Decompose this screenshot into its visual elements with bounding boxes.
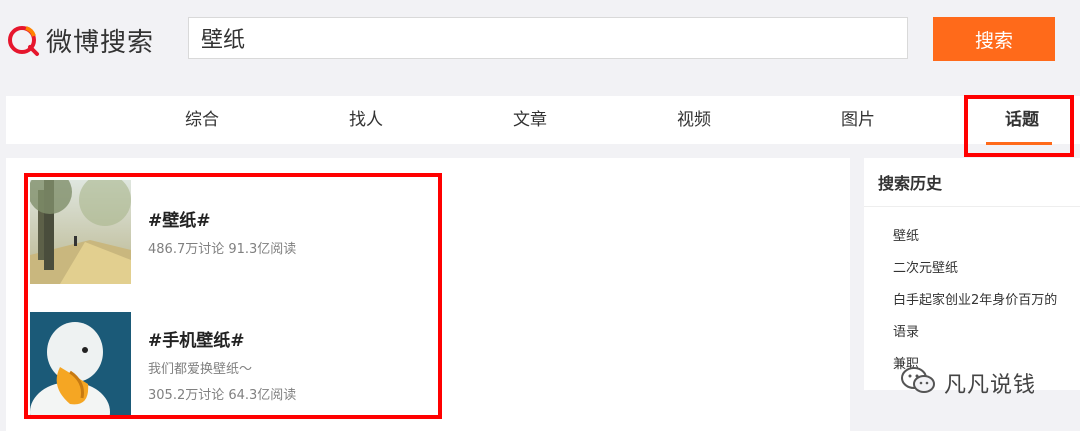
weibo-search-logo[interactable]: 微博搜索 (6, 20, 154, 60)
tab-comprehensive[interactable]: 综合 (162, 96, 242, 144)
history-item[interactable]: 白手起家创业2年身价百万的 (893, 289, 1057, 308)
wechat-icon (900, 366, 936, 400)
search-input-value: 壁纸 (201, 28, 246, 53)
watermark-text: 凡凡说钱 (944, 373, 1037, 398)
search-tabs: 综合 找人 文章 视频 图片 话题 (6, 96, 1080, 144)
divider (864, 206, 1080, 207)
tab-articles[interactable]: 文章 (490, 96, 570, 144)
search-history-panel: 搜索历史 壁纸 二次元壁纸 白手起家创业2年身价百万的 语录 兼职 (864, 158, 1080, 390)
tab-videos[interactable]: 视频 (654, 96, 734, 144)
tab-pictures[interactable]: 图片 (818, 96, 898, 144)
highlight-box-topics-tab (964, 95, 1074, 157)
logo-text: 微博搜索 (46, 27, 155, 58)
tab-people[interactable]: 找人 (326, 96, 406, 144)
weibo-logo-icon (6, 22, 42, 58)
search-input[interactable]: 壁纸 (188, 17, 908, 59)
search-history-title: 搜索历史 (878, 174, 943, 193)
history-item[interactable]: 语录 (893, 321, 919, 340)
search-button[interactable]: 搜索 (933, 17, 1055, 61)
history-item[interactable]: 壁纸 (893, 225, 919, 244)
highlight-box-results (24, 173, 442, 419)
history-item[interactable]: 二次元壁纸 (893, 257, 958, 276)
wechat-watermark: 凡凡说钱 (900, 366, 1036, 400)
